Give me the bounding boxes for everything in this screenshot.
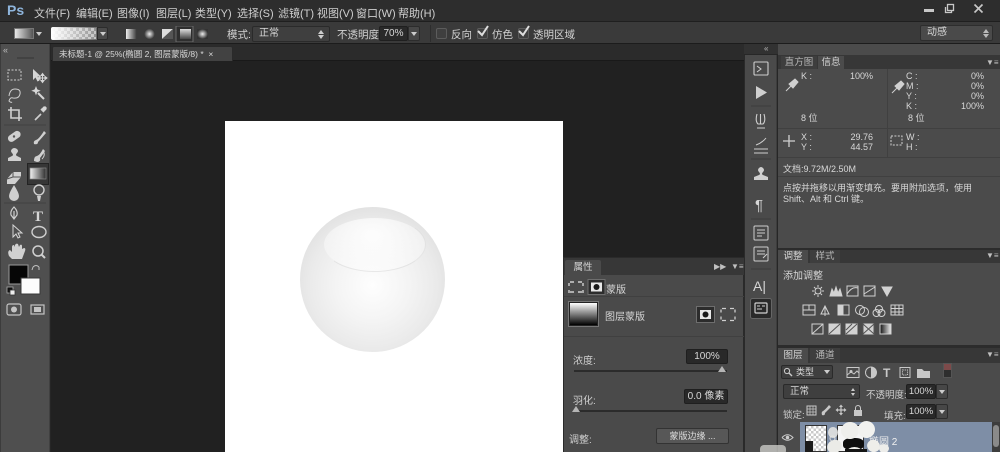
svg-text:«: « (3, 45, 8, 55)
svg-text:T: T (883, 366, 891, 379)
svg-text:A|: A| (753, 278, 766, 294)
svg-text:T: T (33, 209, 43, 225)
svg-text:¶: ¶ (755, 197, 763, 214)
